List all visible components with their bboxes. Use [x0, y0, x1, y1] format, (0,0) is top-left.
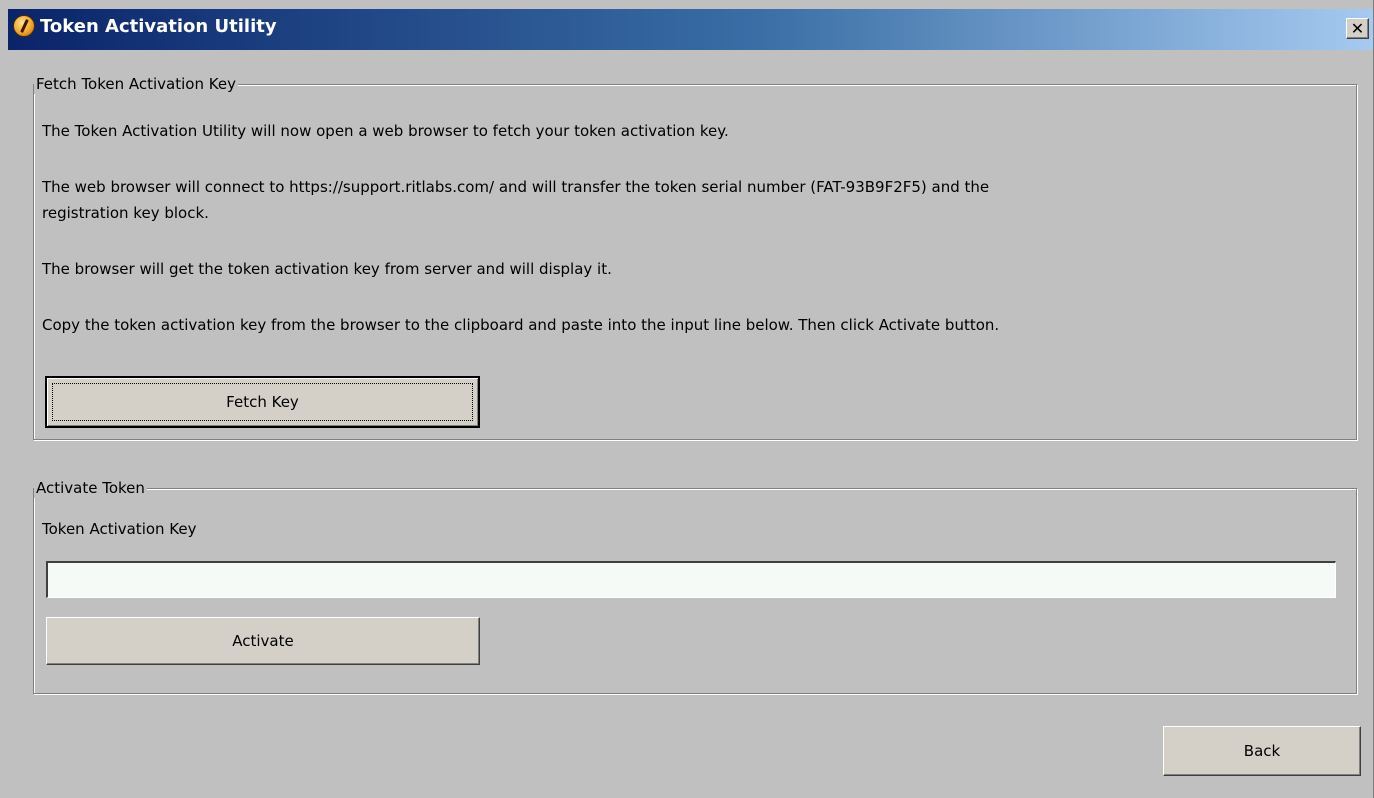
token-activation-key-input[interactable]	[46, 561, 1336, 598]
token-activation-window: Token Activation Utility ✕ Fetch Token A…	[0, 0, 1374, 798]
fetch-key-button-label: Fetch Key	[226, 393, 299, 411]
browser-text: The browser will get the token activatio…	[42, 260, 612, 278]
activate-token-group: Activate Token Token Activation Key Acti…	[33, 478, 1357, 694]
fetch-key-group-legend: Fetch Token Activation Key	[34, 74, 238, 94]
activate-token-group-legend: Activate Token	[34, 478, 147, 498]
back-button[interactable]: Back	[1163, 726, 1361, 776]
instructions-text: Copy the token activation key from the b…	[42, 316, 1000, 334]
fetch-key-group: Fetch Token Activation Key The Token Act…	[33, 74, 1357, 440]
app-icon	[13, 15, 35, 37]
activate-button[interactable]: Activate	[46, 617, 480, 665]
connection-text-line2: registration key block.	[42, 204, 209, 222]
connection-text-line1: The web browser will connect to https://…	[42, 178, 990, 196]
close-button[interactable]: ✕	[1346, 18, 1369, 39]
fetch-key-button[interactable]: Fetch Key	[45, 376, 480, 428]
title-bar[interactable]: Token Activation Utility ✕	[8, 9, 1373, 50]
intro-text: The Token Activation Utility will now op…	[42, 122, 729, 140]
token-activation-key-label: Token Activation Key	[42, 520, 197, 538]
window-title: Token Activation Utility	[40, 16, 277, 37]
